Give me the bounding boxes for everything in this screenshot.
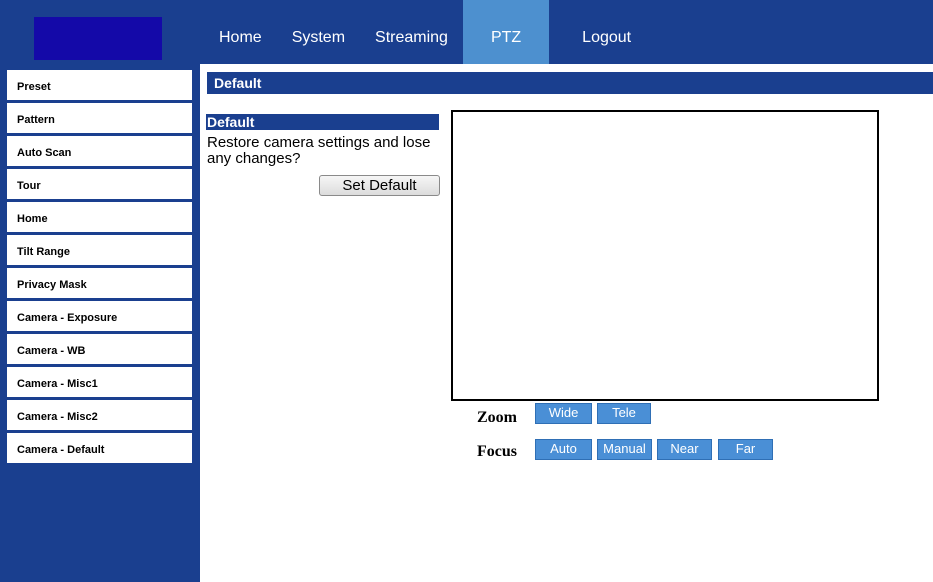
focus-near-button[interactable]: Near xyxy=(657,439,712,460)
sidebar-item-camera-exposure[interactable]: Camera - Exposure xyxy=(7,301,192,331)
brand-logo xyxy=(34,17,162,60)
sidebar-item-tilt-range[interactable]: Tilt Range xyxy=(7,235,192,265)
focus-far-button[interactable]: Far xyxy=(718,439,773,460)
zoom-wide-button[interactable]: Wide xyxy=(535,403,592,424)
focus-auto-button[interactable]: Auto xyxy=(535,439,592,460)
section-description: Restore camera settings and lose any cha… xyxy=(207,134,431,167)
sidebar-item-camera-default[interactable]: Camera - Default xyxy=(7,433,192,463)
nav-logout[interactable]: Logout xyxy=(549,0,646,64)
sidebar-item-preset[interactable]: Preset xyxy=(7,70,192,100)
nav-system[interactable]: System xyxy=(277,0,360,64)
sidebar-item-tour[interactable]: Tour xyxy=(7,169,192,199)
sidebar-item-camera-wb[interactable]: Camera - WB xyxy=(7,334,192,364)
sidebar-item-home[interactable]: Home xyxy=(7,202,192,232)
section-title: Default xyxy=(206,114,439,130)
top-navigation-bar: Home System Streaming PTZ Logout xyxy=(0,0,933,64)
sidebar-item-camera-misc2[interactable]: Camera - Misc2 xyxy=(7,400,192,430)
nav-ptz[interactable]: PTZ xyxy=(462,0,550,64)
sidebar-item-pattern[interactable]: Pattern xyxy=(7,103,192,133)
zoom-tele-button[interactable]: Tele xyxy=(597,403,651,424)
focus-label: Focus xyxy=(477,443,517,460)
sidebar-item-camera-misc1[interactable]: Camera - Misc1 xyxy=(7,367,192,397)
nav-home[interactable]: Home xyxy=(204,0,277,64)
video-preview xyxy=(451,110,879,401)
sidebar: Preset Pattern Auto Scan Tour Home Tilt … xyxy=(0,64,200,582)
nav-streaming[interactable]: Streaming xyxy=(360,0,463,64)
focus-manual-button[interactable]: Manual xyxy=(597,439,652,460)
main-nav: Home System Streaming PTZ Logout xyxy=(204,0,646,64)
set-default-button[interactable]: Set Default xyxy=(319,175,440,196)
sidebar-item-privacy-mask[interactable]: Privacy Mask xyxy=(7,268,192,298)
page-title: Default xyxy=(207,72,933,94)
sidebar-item-auto-scan[interactable]: Auto Scan xyxy=(7,136,192,166)
zoom-label: Zoom xyxy=(477,409,517,426)
